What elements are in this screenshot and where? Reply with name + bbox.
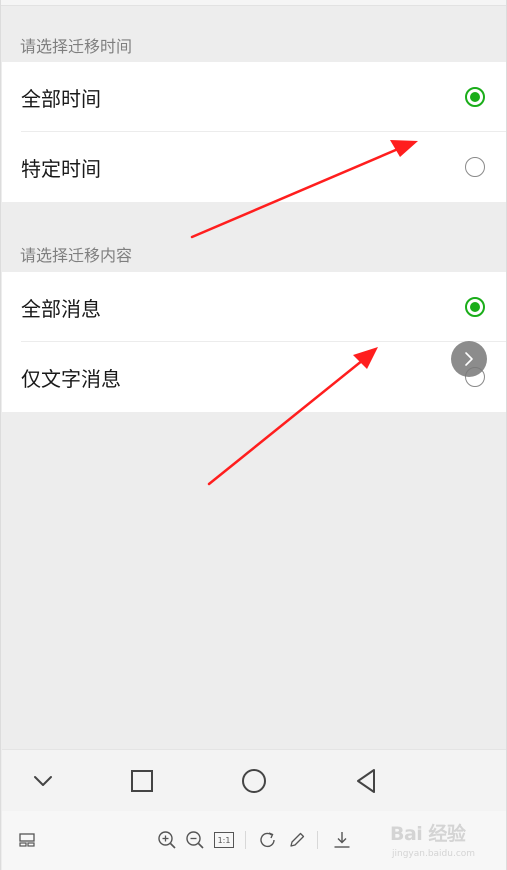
settings-page: 请选择迁移时间 全部时间 特定时间 请选择迁移内容 全部消息 仅文字消息 1:1… <box>0 0 507 870</box>
chevron-right-icon <box>465 352 473 366</box>
thumbnail-button[interactable] <box>14 827 40 853</box>
recent-apps-icon <box>131 770 153 792</box>
back-button[interactable] <box>336 750 396 812</box>
download-icon <box>334 832 350 848</box>
content-section-header: 请选择迁移内容 <box>20 246 133 265</box>
zoom-out-button[interactable] <box>182 827 208 853</box>
option-all-time[interactable]: 全部时间 <box>2 62 506 132</box>
rotate-icon <box>260 832 275 848</box>
zoom-in-button[interactable] <box>154 827 180 853</box>
edit-icon <box>290 832 305 847</box>
toolbar-divider <box>317 831 318 849</box>
actual-size-icon: 1:1 <box>214 832 234 848</box>
toolbar-divider <box>245 831 246 849</box>
system-navigation-bar <box>2 749 506 811</box>
option-all-time-label: 全部时间 <box>21 86 101 111</box>
option-text-only-label: 仅文字消息 <box>21 366 121 391</box>
home-button[interactable] <box>224 750 284 812</box>
back-icon <box>357 769 375 793</box>
option-specific-time-label: 特定时间 <box>21 156 101 181</box>
actual-size-label: 1:1 <box>217 835 231 845</box>
chevron-down-icon <box>34 776 52 786</box>
watermark-url: jingyan.baidu.com <box>392 849 476 859</box>
watermark-brand: Bai 经验 <box>390 823 466 845</box>
option-specific-time[interactable]: 特定时间 <box>2 132 506 202</box>
option-text-only[interactable]: 仅文字消息 <box>2 342 506 412</box>
watermark: Bai 经验 jingyan.baidu.com <box>388 815 506 865</box>
thumbnail-icon <box>19 833 35 847</box>
download-button[interactable] <box>329 827 355 853</box>
option-all-messages-label: 全部消息 <box>21 296 101 321</box>
floating-next-button[interactable] <box>451 341 487 377</box>
option-all-messages[interactable]: 全部消息 <box>2 272 506 342</box>
edit-button[interactable] <box>284 827 310 853</box>
top-divider <box>1 0 506 6</box>
content-options-group: 全部消息 仅文字消息 <box>2 272 506 412</box>
home-icon <box>242 769 266 793</box>
radio-all-messages[interactable] <box>465 297 485 317</box>
actual-size-button[interactable]: 1:1 <box>211 827 237 853</box>
radio-specific-time[interactable] <box>465 157 485 177</box>
time-options-group: 全部时间 特定时间 <box>2 62 506 202</box>
recent-apps-button[interactable] <box>112 750 172 812</box>
radio-all-time[interactable] <box>465 87 485 107</box>
collapse-button[interactable] <box>13 750 73 812</box>
rotate-button[interactable] <box>255 827 281 853</box>
zoom-out-icon <box>186 831 204 849</box>
zoom-in-icon <box>158 831 176 849</box>
time-section-header: 请选择迁移时间 <box>20 37 133 56</box>
